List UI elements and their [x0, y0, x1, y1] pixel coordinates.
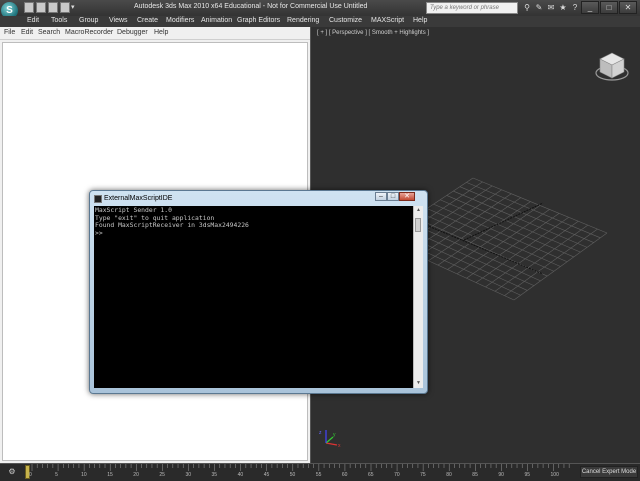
search-binoculars-icon[interactable]: ⚲: [522, 2, 532, 13]
ruler-tick-label: 100: [550, 472, 559, 478]
menu-maxscript[interactable]: MAXScript: [371, 17, 404, 24]
console-minimize-button[interactable]: –: [375, 192, 387, 201]
axis-tripod-icon: x y z: [319, 430, 341, 449]
external-maxscript-console-window[interactable]: ExternalMaxScriptIDE – □ ✕ MaxScript Sende…: [89, 190, 428, 394]
save-file-icon[interactable]: [48, 2, 58, 13]
console-scrollbar[interactable]: ▲ ▼: [413, 206, 423, 388]
console-window-controls: – □ ✕: [375, 192, 415, 201]
ruler-tick-label: 75: [420, 472, 426, 478]
ruler-tick-label: 15: [107, 472, 113, 478]
quick-access-dropdown-icon[interactable]: ▾: [71, 3, 75, 11]
console-maximize-button[interactable]: □: [387, 192, 399, 201]
console-output-area[interactable]: MaxScript Sender 1.0 Type "exit" to quit …: [94, 206, 413, 388]
ruler-tick-label: 45: [263, 472, 270, 478]
ruler-tick-label: 25: [159, 472, 165, 478]
editor-menu-file[interactable]: File: [4, 29, 15, 36]
ruler-tick-label: 85: [472, 472, 478, 478]
ruler-tick-label: 40: [237, 472, 244, 478]
menu-views[interactable]: Views: [109, 17, 128, 24]
menu-animation[interactable]: Animation: [201, 17, 232, 24]
menu-group[interactable]: Group: [79, 17, 98, 24]
menu-tools[interactable]: Tools: [51, 17, 67, 24]
ruler-tick-label: 5: [55, 472, 58, 478]
cancel-expert-mode-button[interactable]: Cancel Expert Mode: [580, 466, 638, 478]
track-bar-ruler[interactable]: 0 5 10 15 20 25 30 35 40 45 50 55 60 65 70 75 80 85 90 95 10…: [29, 464, 575, 481]
grid-line: [472, 177, 608, 234]
ruler-tick-label: 50: [289, 472, 296, 478]
ruler-tick-label: 80: [446, 472, 452, 478]
scroll-up-icon[interactable]: ▲: [414, 206, 423, 215]
axis-z-label: z: [319, 430, 322, 436]
maximize-button[interactable]: □: [600, 1, 618, 14]
help-search-input[interactable]: Type a keyword or phrase: [426, 2, 518, 14]
title-bar: S ▾ Autodesk 3ds Max 2010 x64 Educationa…: [0, 0, 640, 19]
favorites-star-icon[interactable]: ★: [558, 2, 568, 13]
scrollbar-thumb[interactable]: [415, 218, 421, 232]
ruler-tick-label: 60: [341, 472, 348, 478]
editor-menu-edit[interactable]: Edit: [21, 29, 33, 36]
editor-menu-bar: File Edit Search MacroRecorder Debugger …: [0, 27, 310, 40]
minimize-button[interactable]: _: [581, 1, 599, 14]
editor-menu-debugger[interactable]: Debugger: [117, 29, 148, 36]
main-menu-bar: Edit Tools Group Views Create Modifiers …: [0, 16, 640, 27]
console-app-icon: [94, 195, 102, 203]
menu-create[interactable]: Create: [137, 17, 158, 24]
ruler-tick-label: 35: [211, 472, 218, 478]
ruler-tick-label: 30: [185, 472, 192, 478]
grid-line: [494, 224, 589, 292]
menu-rendering[interactable]: Rendering: [287, 17, 319, 24]
console-close-button[interactable]: ✕: [399, 192, 415, 201]
ruler-tick-label: 20: [133, 472, 139, 478]
window-title: Autodesk 3ds Max 2010 x64 Educational - …: [134, 3, 368, 10]
scroll-down-icon[interactable]: ▼: [414, 379, 423, 388]
console-line: Found MaxScriptReceiver in 3dsMax2494226: [95, 221, 249, 229]
menu-graph-editors[interactable]: Graph Editors: [237, 17, 280, 24]
menu-modifiers[interactable]: Modifiers: [166, 17, 194, 24]
menu-edit[interactable]: Edit: [27, 17, 39, 24]
menu-help[interactable]: Help: [413, 17, 427, 24]
ruler-tick-label: 65: [367, 472, 374, 478]
menu-customize[interactable]: Customize: [329, 17, 362, 24]
close-button[interactable]: ✕: [619, 1, 637, 14]
console-window-title: ExternalMaxScriptIDE: [104, 195, 173, 202]
subscription-icon[interactable]: ✎: [534, 2, 544, 13]
ruler-tick-label: 55: [315, 472, 322, 478]
console-output-text: MaxScript Sender 1.0 Type "exit" to quit …: [95, 206, 249, 238]
open-file-icon[interactable]: [36, 2, 46, 13]
axis-x-label: x: [338, 443, 341, 449]
communication-center-icon[interactable]: ✉: [546, 2, 556, 13]
axis-y-label: y: [333, 432, 336, 438]
grid-line: [459, 186, 594, 243]
timeline-bar: ⚙ 0 5 10 15 20 25 30 35 40 45 50 55 60 65 70 75 80 85 90 95…: [0, 463, 640, 481]
project-folder-icon[interactable]: [60, 2, 70, 13]
editor-menu-macrorecorder[interactable]: MacroRecorder: [65, 29, 113, 36]
ruler-tick-label: 90: [498, 472, 504, 478]
help-question-icon[interactable]: ?: [570, 2, 580, 13]
ruler-tick-label: 0: [29, 472, 32, 478]
console-prompt[interactable]: >>: [95, 229, 249, 238]
editor-menu-search[interactable]: Search: [38, 29, 60, 36]
grid-line: [513, 232, 608, 301]
ruler-tick-label: 10: [81, 472, 87, 478]
ruler-tick-label: 95: [524, 472, 531, 478]
new-file-icon[interactable]: [24, 2, 34, 13]
window-controls: _ □ ✕: [580, 1, 637, 14]
viewcube-icon[interactable]: [594, 49, 630, 85]
open-mini-curve-editor-icon[interactable]: ⚙: [6, 466, 18, 478]
grid-line: [504, 228, 598, 296]
editor-menu-help[interactable]: Help: [154, 29, 168, 36]
ruler-tick-label: 70: [394, 472, 400, 478]
